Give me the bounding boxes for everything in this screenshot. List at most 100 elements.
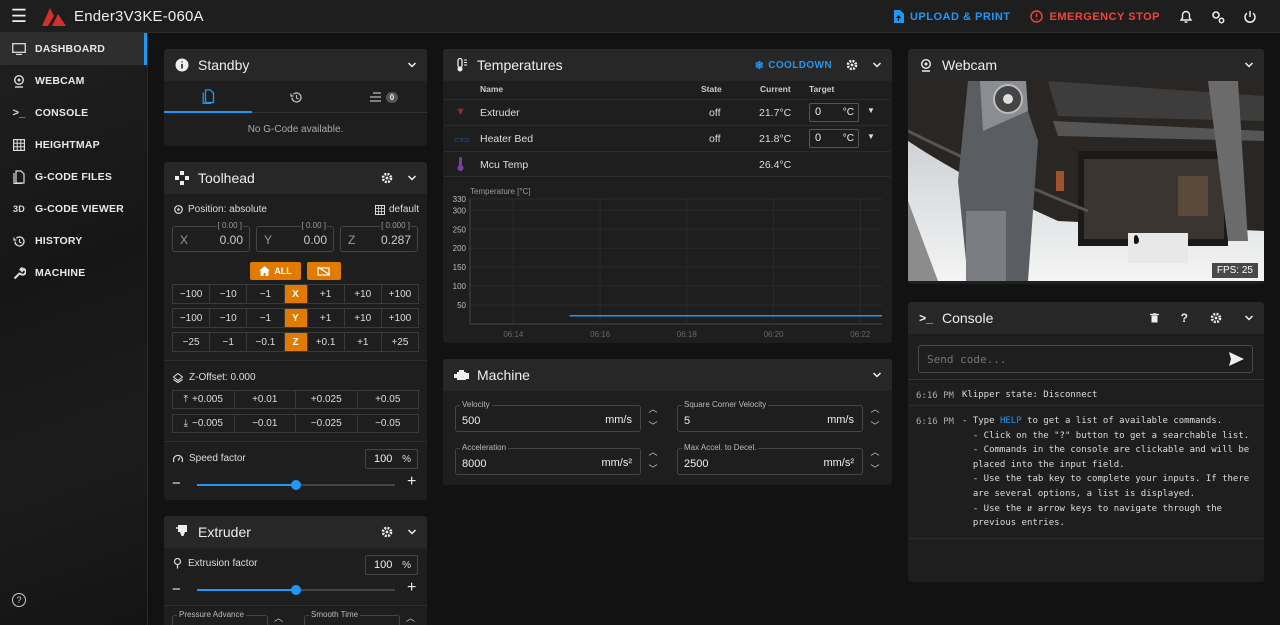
move-button[interactable]: +25: [380, 332, 420, 352]
chevron-down-icon[interactable]: [872, 60, 882, 70]
scv-stepper[interactable]: ︿ ﹀: [870, 402, 880, 432]
acceleration-field[interactable]: Acceleration 8000 mm/s²: [455, 443, 641, 475]
y-position-field[interactable]: Y [ 0.00 ] 0.00: [256, 221, 334, 252]
move-button[interactable]: −1: [246, 284, 285, 304]
move-button[interactable]: +10: [343, 284, 382, 304]
chevron-down-icon[interactable]: [407, 173, 417, 183]
smooth-time-field[interactable]: Smooth Time: [304, 610, 400, 625]
acceleration-stepper[interactable]: ︿ ﹀: [648, 445, 658, 475]
sidebar-item-webcam[interactable]: WEBCAM: [0, 65, 147, 97]
console-message[interactable]: - Click on the "?" button to get a searc…: [962, 429, 1258, 444]
preset-dropdown-icon[interactable]: ▼: [867, 132, 875, 141]
sidebar-item-history[interactable]: HISTORY: [0, 225, 147, 257]
extrusion-factor-slider[interactable]: [197, 585, 395, 595]
bell-icon[interactable]: [1170, 0, 1202, 33]
velocity-stepper[interactable]: ︿ ﹀: [648, 402, 658, 432]
plus-icon[interactable]: +: [407, 579, 416, 597]
help-command-link[interactable]: HELP: [1000, 416, 1022, 426]
move-button[interactable]: −10: [209, 308, 248, 328]
mesh-profile[interactable]: default: [374, 204, 419, 215]
zoffset-button[interactable]: ⤓ −0.005: [172, 414, 235, 433]
zoffset-button[interactable]: +0.025: [295, 390, 358, 409]
move-button[interactable]: +100: [380, 308, 420, 328]
position-mode[interactable]: Position: absolute: [173, 204, 267, 215]
zoffset-button[interactable]: +0.05: [356, 390, 419, 409]
plus-icon[interactable]: +: [407, 473, 416, 491]
tab-files[interactable]: [164, 81, 252, 113]
send-icon[interactable]: [1229, 352, 1244, 366]
zoffset-button[interactable]: +0.01: [233, 390, 296, 409]
preset-dropdown-icon[interactable]: ▼: [867, 106, 875, 115]
chevron-up-icon[interactable]: ︿: [406, 611, 415, 624]
move-button[interactable]: −10: [209, 284, 248, 304]
move-button[interactable]: +100: [380, 284, 420, 304]
move-button[interactable]: +10: [343, 308, 382, 328]
sidebar-item-machine[interactable]: MACHINE: [0, 257, 147, 289]
gear-icon[interactable]: [846, 59, 858, 71]
help-icon[interactable]: ?: [1181, 311, 1188, 325]
power-icon[interactable]: [1234, 0, 1266, 33]
console-message[interactable]: - Use the tab key to complete your input…: [962, 472, 1258, 487]
home-all-button[interactable]: ALL: [250, 262, 301, 280]
move-button[interactable]: −100: [172, 308, 211, 328]
sidebar-item-heightmap[interactable]: HEIGHTMAP: [0, 129, 147, 161]
console-help-line[interactable]: - Type HELP to get a list of available c…: [962, 416, 1222, 426]
settings-icon[interactable]: [1202, 0, 1234, 33]
chevron-up-icon[interactable]: ︿: [274, 611, 283, 624]
z-position-field[interactable]: Z [ 0.000 ] 0.287: [340, 221, 418, 252]
console-message[interactable]: - Commands in the console are clickable …: [962, 443, 1258, 458]
chevron-down-icon[interactable]: [407, 60, 417, 70]
help-icon[interactable]: ?: [12, 593, 26, 607]
chevron-down-icon[interactable]: [872, 370, 882, 380]
emergency-stop-button[interactable]: EMERGENCY STOP: [1020, 0, 1170, 33]
minus-icon[interactable]: −: [172, 581, 181, 598]
cooldown-button[interactable]: ❄ COOLDOWN: [755, 59, 832, 72]
console-input[interactable]: [919, 346, 1219, 372]
move-button[interactable]: −25: [172, 332, 211, 352]
chevron-down-icon[interactable]: [1244, 313, 1254, 323]
zoffset-button[interactable]: −0.01: [233, 414, 296, 433]
trash-icon[interactable]: [1149, 313, 1159, 323]
speed-factor-slider[interactable]: [197, 480, 395, 490]
speed-factor-input[interactable]: 100 %: [365, 449, 418, 469]
move-button[interactable]: −1: [209, 332, 248, 352]
max-accel-decel-field[interactable]: Max Accel. to Decel. 2500 mm/s²: [677, 443, 863, 475]
velocity-field[interactable]: Velocity 500 mm/s: [455, 400, 641, 432]
move-button[interactable]: +1: [306, 284, 345, 304]
extruder-target-input[interactable]: 0 °C: [809, 103, 859, 122]
home-y-button[interactable]: Y: [283, 308, 308, 328]
home-z-button[interactable]: Z: [283, 332, 308, 352]
sidebar-item-gcode-files[interactable]: G-CODE FILES: [0, 161, 147, 193]
move-button[interactable]: −1: [246, 308, 285, 328]
zoffset-button[interactable]: −0.05: [356, 414, 419, 433]
extrusion-factor-input[interactable]: 100 %: [365, 555, 418, 575]
tab-queue[interactable]: 0: [340, 81, 427, 113]
sidebar-item-console[interactable]: >_ CONSOLE: [0, 97, 147, 129]
home-x-button[interactable]: X: [283, 284, 308, 304]
zoffset-button[interactable]: −0.025: [295, 414, 358, 433]
pressure-advance-field[interactable]: Pressure Advance: [172, 610, 268, 625]
x-position-field[interactable]: X [ 0.00 ] 0.00: [172, 221, 250, 252]
minus-icon[interactable]: −: [172, 475, 181, 492]
zoffset-button[interactable]: ⤒ +0.005: [172, 390, 235, 409]
menu-icon[interactable]: ☰: [0, 0, 38, 33]
gear-icon[interactable]: [381, 526, 393, 538]
move-button[interactable]: +0.1: [306, 332, 345, 352]
chevron-down-icon[interactable]: [1244, 60, 1254, 70]
chevron-down-icon[interactable]: [407, 527, 417, 537]
console-message[interactable]: - Use the ⇵ arrow keys to navigate throu…: [962, 502, 1258, 517]
bed-target-input[interactable]: 0 °C: [809, 129, 859, 148]
webcam-stream-image[interactable]: [908, 81, 1264, 281]
sidebar-item-dashboard[interactable]: DASHBOARD: [0, 33, 147, 65]
upload-print-button[interactable]: UPLOAD & PRINT: [883, 0, 1021, 33]
sidebar-item-gcode-viewer[interactable]: 3D G-CODE VIEWER: [0, 193, 147, 225]
decel-stepper[interactable]: ︿ ﹀: [870, 445, 880, 475]
console-message[interactable]: - Type HELP to get a list of available c…: [962, 414, 1258, 429]
move-button[interactable]: +1: [306, 308, 345, 328]
move-button[interactable]: −100: [172, 284, 211, 304]
gear-icon[interactable]: [381, 172, 393, 184]
square-corner-velocity-field[interactable]: Square Corner Velocity 5 mm/s: [677, 400, 863, 432]
move-button[interactable]: −0.1: [246, 332, 285, 352]
gear-icon[interactable]: [1210, 312, 1222, 324]
console-message[interactable]: Klipper state: Disconnect: [962, 388, 1097, 403]
